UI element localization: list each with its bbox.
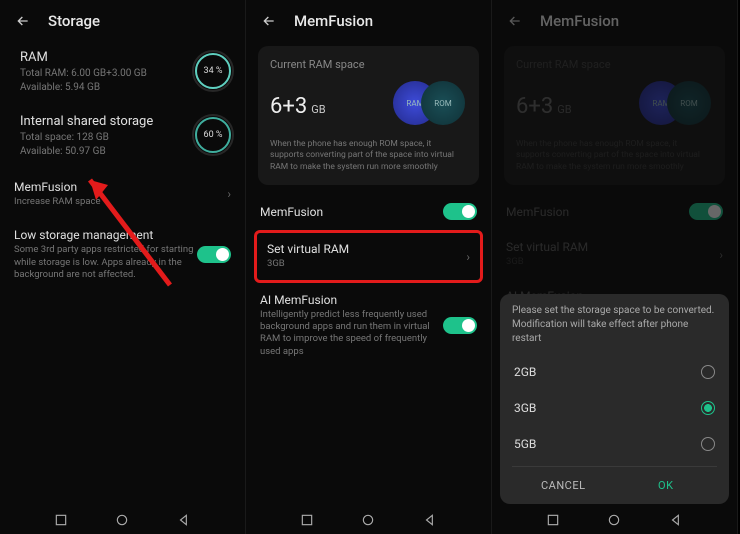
radio-icon: [701, 437, 715, 451]
ram-card-desc: When the phone has enough ROM space, it …: [516, 139, 713, 173]
nav-recent-icon[interactable]: [546, 512, 560, 531]
memfusion-item[interactable]: MemFusion Increase RAM space ›: [8, 170, 237, 218]
page-title: MemFusion: [294, 12, 373, 30]
memfusion-toggle[interactable]: [443, 203, 477, 220]
internal-available: Available: 50.97 GB: [20, 145, 153, 159]
back-button[interactable]: [14, 12, 32, 30]
memfusion-screen: MemFusion Current RAM space 6+3GB RAM RO…: [246, 0, 492, 534]
ram-card: Current RAM space 6+3GB RAM ROM When the…: [504, 46, 725, 185]
internal-heading: Internal shared storage: [20, 114, 153, 129]
set-ram-sub: 3GB: [267, 258, 466, 270]
page-title: MemFusion: [540, 12, 619, 30]
chevron-right-icon: ›: [227, 187, 231, 201]
back-button[interactable]: [260, 12, 278, 30]
internal-storage-section[interactable]: Internal shared storage Total space: 128…: [8, 106, 237, 170]
ram-value: 6+3GB: [516, 94, 572, 119]
ram-value: 6+3GB: [270, 94, 326, 119]
content: Current RAM space 6+3GB RAM ROM When the…: [246, 42, 491, 508]
nav-back-icon[interactable]: [669, 512, 683, 531]
nav-bar: [492, 508, 737, 534]
sheet-message: Please set the storage space to be conve…: [512, 304, 717, 346]
venn-diagram: RAM ROM: [633, 81, 713, 131]
page-title: Storage: [48, 12, 100, 30]
ram-available: Available: 5.94 GB: [20, 81, 147, 95]
low-storage-sub: Some 3rd party apps restricted for start…: [14, 244, 197, 281]
nav-home-icon[interactable]: [361, 512, 375, 531]
ok-button[interactable]: OK: [615, 467, 718, 504]
ram-card-label: Current RAM space: [516, 58, 713, 71]
set-virtual-ram-item[interactable]: Set virtual RAM 3GB ›: [500, 230, 729, 278]
radio-icon: [701, 365, 715, 379]
virtual-ram-sheet: Please set the storage space to be conve…: [500, 294, 729, 504]
memfusion-toggle[interactable]: [689, 203, 723, 220]
highlight-box: Set virtual RAM 3GB ›: [254, 230, 483, 282]
ai-memfusion-item[interactable]: AI MemFusion Intelligently predict less …: [254, 283, 483, 368]
internal-gauge: 60 %: [195, 117, 231, 153]
low-storage-item[interactable]: Low storage management Some 3rd party ap…: [8, 218, 237, 291]
header: MemFusion: [246, 0, 491, 42]
chevron-right-icon: ›: [466, 250, 470, 264]
ram-heading: RAM: [20, 50, 147, 65]
ram-card-desc: When the phone has enough ROM space, it …: [270, 139, 467, 173]
option-2gb[interactable]: 2GB: [512, 354, 717, 390]
option-5gb[interactable]: 5GB: [512, 426, 717, 462]
option-label: 5GB: [514, 437, 536, 451]
content: RAM Total RAM: 6.00 GB+3.00 GB Available…: [0, 42, 245, 508]
memfusion-sub: Increase RAM space: [14, 196, 227, 208]
storage-screen: Storage RAM Total RAM: 6.00 GB+3.00 GB A…: [0, 0, 246, 534]
set-ram-title: Set virtual RAM: [267, 242, 466, 256]
option-label: 3GB: [514, 401, 536, 415]
ram-card-label: Current RAM space: [270, 58, 467, 71]
option-3gb[interactable]: 3GB: [512, 390, 717, 426]
back-button[interactable]: [506, 12, 524, 30]
radio-icon: [701, 401, 715, 415]
nav-recent-icon[interactable]: [300, 512, 314, 531]
nav-back-icon[interactable]: [423, 512, 437, 531]
ai-sub: Intelligently predict less frequently us…: [260, 309, 443, 358]
memfusion-toggle-label: MemFusion: [260, 205, 323, 219]
venn-diagram: RAM ROM: [387, 81, 467, 131]
memfusion-toggle-label: MemFusion: [506, 205, 569, 219]
ram-gauge: 34 %: [195, 53, 231, 89]
nav-bar: [0, 508, 245, 534]
set-virtual-ram-item[interactable]: Set virtual RAM 3GB ›: [259, 236, 478, 276]
nav-bar: [246, 508, 491, 534]
cancel-button[interactable]: CANCEL: [512, 467, 615, 504]
nav-back-icon[interactable]: [177, 512, 191, 531]
memfusion-screen-dialog: MemFusion Current RAM space 6+3GB RAM RO…: [492, 0, 738, 534]
venn-rom-circle: ROM: [667, 81, 711, 125]
option-label: 2GB: [514, 365, 536, 379]
memfusion-toggle-row[interactable]: MemFusion: [254, 193, 483, 230]
ram-total: Total RAM: 6.00 GB+3.00 GB: [20, 67, 147, 81]
ai-toggle[interactable]: [443, 317, 477, 334]
venn-rom-circle: ROM: [421, 81, 465, 125]
nav-recent-icon[interactable]: [54, 512, 68, 531]
set-ram-sub: 3GB: [506, 256, 719, 268]
set-ram-title: Set virtual RAM: [506, 240, 719, 254]
nav-home-icon[interactable]: [115, 512, 129, 531]
nav-home-icon[interactable]: [607, 512, 621, 531]
ai-title: AI MemFusion: [260, 293, 443, 307]
internal-total: Total space: 128 GB: [20, 131, 153, 145]
low-storage-title: Low storage management: [14, 228, 197, 242]
memfusion-toggle-row[interactable]: MemFusion: [500, 193, 729, 230]
low-storage-toggle[interactable]: [197, 246, 231, 263]
header: Storage: [0, 0, 245, 42]
header: MemFusion: [492, 0, 737, 42]
chevron-right-icon: ›: [719, 248, 723, 262]
ram-card: Current RAM space 6+3GB RAM ROM When the…: [258, 46, 479, 185]
memfusion-title: MemFusion: [14, 180, 227, 194]
ram-section[interactable]: RAM Total RAM: 6.00 GB+3.00 GB Available…: [8, 42, 237, 106]
